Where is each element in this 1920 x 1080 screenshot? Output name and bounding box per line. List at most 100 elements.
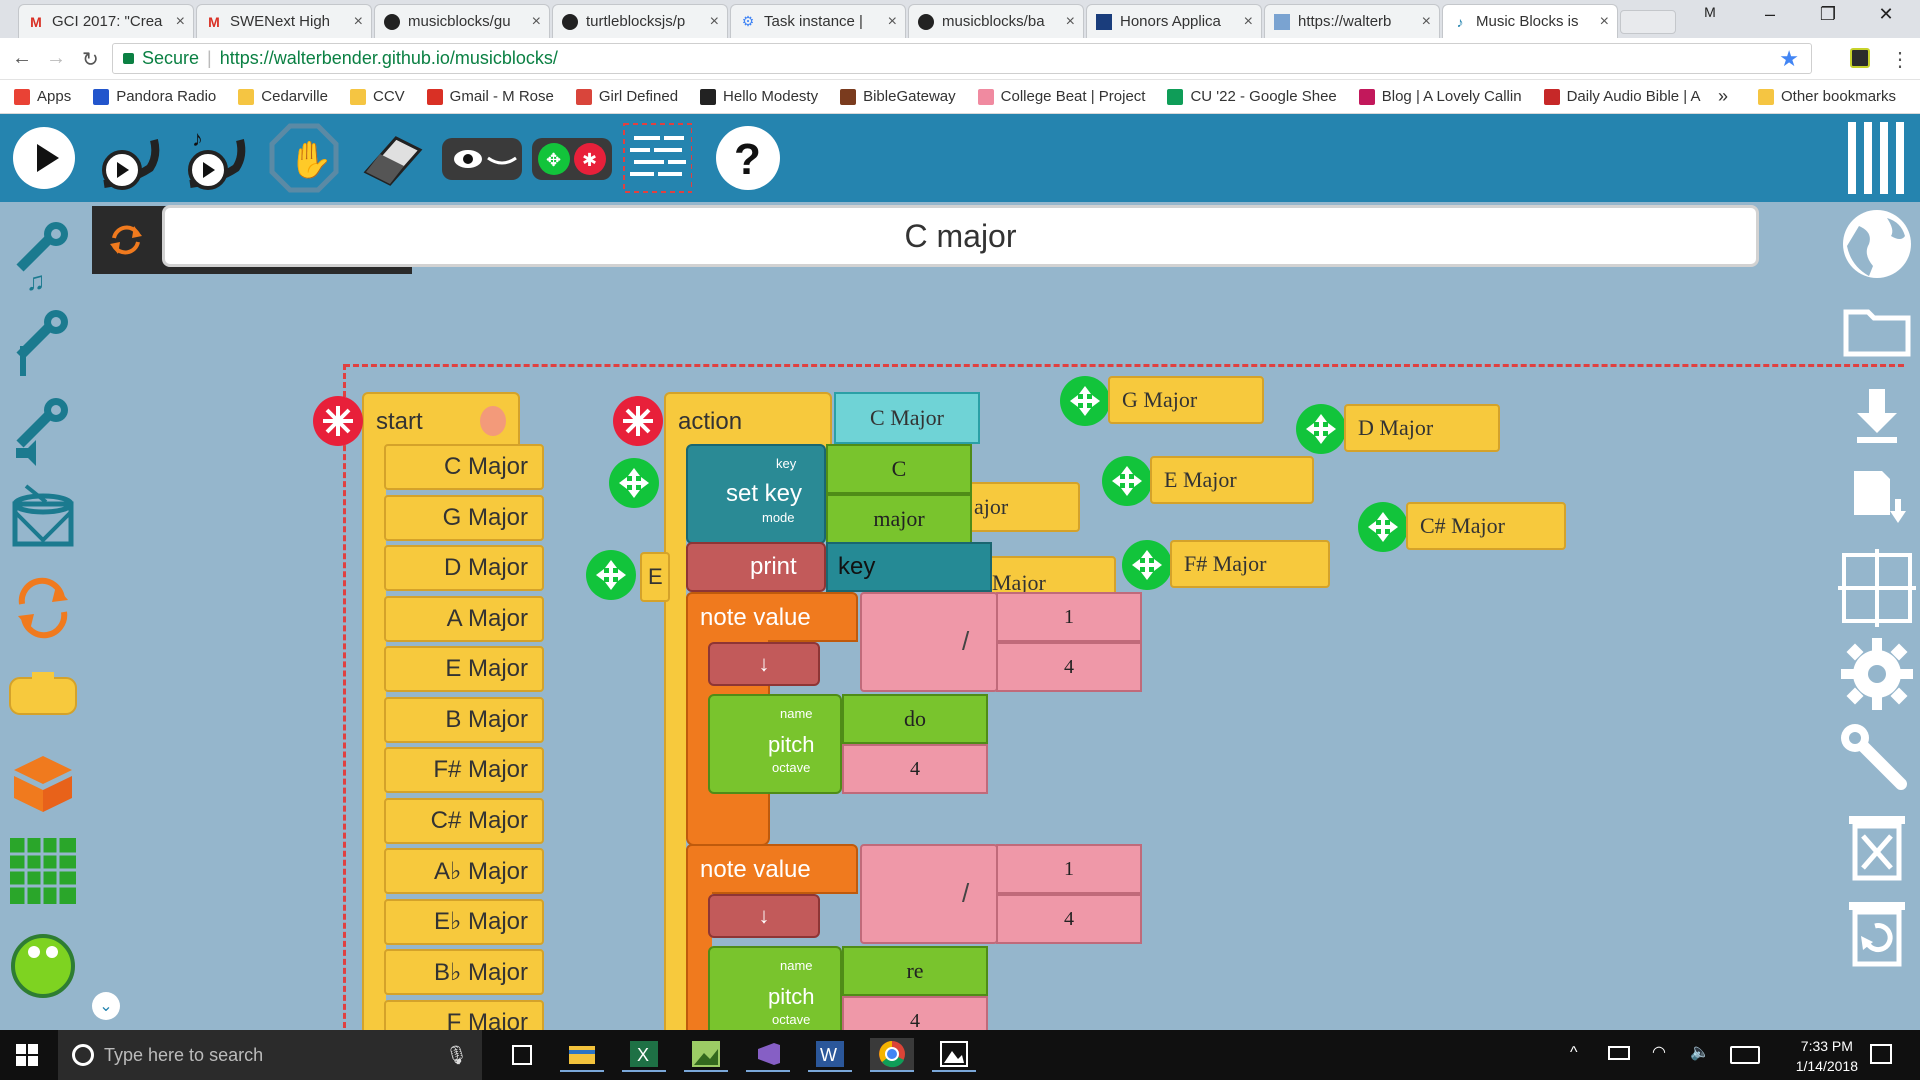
menu-toggle-icon[interactable] [1838,122,1910,194]
down-arrow-block[interactable]: ↓ [708,642,820,686]
microphone-icon[interactable]: 🎙 [445,1045,468,1066]
move-handle-icon[interactable] [1358,502,1408,552]
other-bookmarks[interactable]: Other bookmarks [1758,88,1896,105]
save-icon[interactable] [1834,378,1920,454]
globe-icon[interactable] [1834,206,1920,282]
start-key-block[interactable]: A♭ Major [384,848,544,894]
tab-7[interactable]: Honors Applica × [1086,4,1262,38]
bookmark-item[interactable]: Apps [14,88,71,105]
folder-icon[interactable] [1834,292,1920,368]
start-key-block[interactable]: D Major [384,545,544,591]
block-canvas[interactable]: start C Major G Major D Major A Major E Majo… [0,202,1920,1030]
url-bar[interactable]: Secure | https://walterbender.github.io/… [112,43,1812,74]
word-icon[interactable]: W [808,1038,852,1072]
start-key-block[interactable]: C Major [384,444,544,490]
pitch-octave-block[interactable]: 4 [842,996,988,1030]
move-handle-icon[interactable] [1102,456,1152,506]
windows-start-icon[interactable] [16,1044,38,1066]
close-icon[interactable]: × [1600,13,1609,31]
pitch-name-block[interactable]: do [842,694,988,744]
grid-icon[interactable] [1834,549,1920,627]
box-icon[interactable] [6,746,80,820]
minimize-icon[interactable]: – [1750,4,1790,25]
bookmark-star-icon[interactable]: ★ [1779,46,1799,72]
refresh-search-icon[interactable] [92,206,160,274]
tab-active[interactable]: ♪ Music Blocks is × [1442,4,1618,38]
pitch-block[interactable]: name pitch octave [708,946,842,1030]
reload-icon[interactable]: ↻ [82,47,99,72]
tab-3[interactable]: musicblocks/gu × [374,4,550,38]
close-icon[interactable]: × [1422,13,1431,31]
close-icon[interactable]: × [176,13,185,31]
print-block[interactable]: print [686,542,826,592]
start-key-block[interactable]: G Major [384,494,544,541]
floating-action-block[interactable]: G Major [1108,376,1264,424]
print-arg-block[interactable]: key [826,542,992,592]
start-key-block[interactable]: C# Major [384,797,544,844]
numerator-block[interactable]: 1 [996,844,1142,894]
block-search-input[interactable]: C major [162,205,1759,267]
extension-icon[interactable] [1850,48,1870,68]
bookmark-item[interactable]: Pandora Radio [93,88,216,105]
start-key-block[interactable]: F# Major [384,747,544,793]
pitch-octave-block[interactable]: 4 [842,744,988,794]
divide-block[interactable]: / [860,844,998,944]
settings-icon[interactable] [1834,636,1920,712]
action-icon[interactable] [6,658,80,732]
floating-action-block[interactable]: D Major [1344,404,1500,452]
close-icon[interactable]: × [354,13,363,31]
start-key-block[interactable]: B Major [384,696,544,743]
battery-icon[interactable] [1608,1046,1630,1060]
task-view-icon[interactable] [500,1038,544,1072]
set-key-block[interactable]: key set key mode [686,444,826,544]
start-block[interactable]: start [362,392,520,452]
bookmark-item[interactable]: CCV [349,88,405,105]
bookmark-item[interactable]: Gmail - M Rose [426,88,554,105]
bookmark-item[interactable]: College Beat | Project [977,88,1145,105]
action-name-block[interactable]: C Major [834,392,980,444]
close-icon[interactable]: × [888,13,897,31]
pitch-name-block[interactable]: re [842,946,988,996]
hidden-block-3[interactable]: E [640,552,670,602]
drum-icon[interactable] [6,482,80,556]
tab-4[interactable]: turtleblocksjs/p × [552,4,728,38]
restore-window-icon[interactable]: ❐ [1808,4,1848,25]
note-value-block[interactable]: note value [686,592,858,642]
rhythm-tool-icon[interactable]: ♫ [6,218,80,296]
flow-icon[interactable] [6,570,80,644]
start-key-block[interactable]: E Major [384,646,544,692]
start-key-block[interactable]: E♭ Major [384,898,544,945]
tab-2[interactable]: M SWENext High × [196,4,372,38]
taskbar-search[interactable]: Type here to search 🎙 [58,1030,482,1080]
widgets-icon[interactable] [6,834,80,908]
close-icon[interactable]: × [1066,13,1075,31]
expand-icon[interactable] [586,550,636,600]
secure-indicator[interactable]: Secure [123,48,199,69]
close-icon[interactable]: × [710,13,719,31]
turtle-icon[interactable] [6,922,80,998]
meter-tool-icon[interactable] [6,306,80,380]
grid-icon[interactable] [620,123,692,193]
photos-icon[interactable] [684,1038,728,1072]
scroll-down-icon[interactable]: ⌄ [92,992,120,1020]
tab-1[interactable]: M GCI 2017: "Crea × [18,4,194,38]
tab-5[interactable]: ⚙ Task instance | × [730,4,906,38]
bookmarks-more[interactable]: » [1718,86,1728,107]
collapse-action-icon[interactable] [613,396,663,446]
notifications-icon[interactable] [1870,1044,1892,1064]
close-icon[interactable]: × [532,13,541,31]
denominator-block[interactable]: 4 [996,642,1142,692]
help-icon[interactable]: ? [712,124,784,192]
keyboard-icon[interactable] [1730,1046,1760,1064]
floating-action-block[interactable]: E Major [1150,456,1314,504]
action-block[interactable]: action [664,392,832,452]
start-key-block[interactable]: B♭ Major [384,949,544,995]
visual-studio-icon[interactable] [746,1038,790,1072]
expand-icon[interactable] [609,458,659,508]
bookmark-item[interactable]: Blog | A Lovely Callin [1358,88,1522,105]
divide-block[interactable]: / [860,592,998,692]
forward-icon[interactable]: → [46,47,66,70]
floating-action-block[interactable]: F# Major [1170,540,1330,588]
close-icon[interactable]: × [1244,13,1253,31]
image-viewer-icon[interactable] [932,1038,976,1072]
